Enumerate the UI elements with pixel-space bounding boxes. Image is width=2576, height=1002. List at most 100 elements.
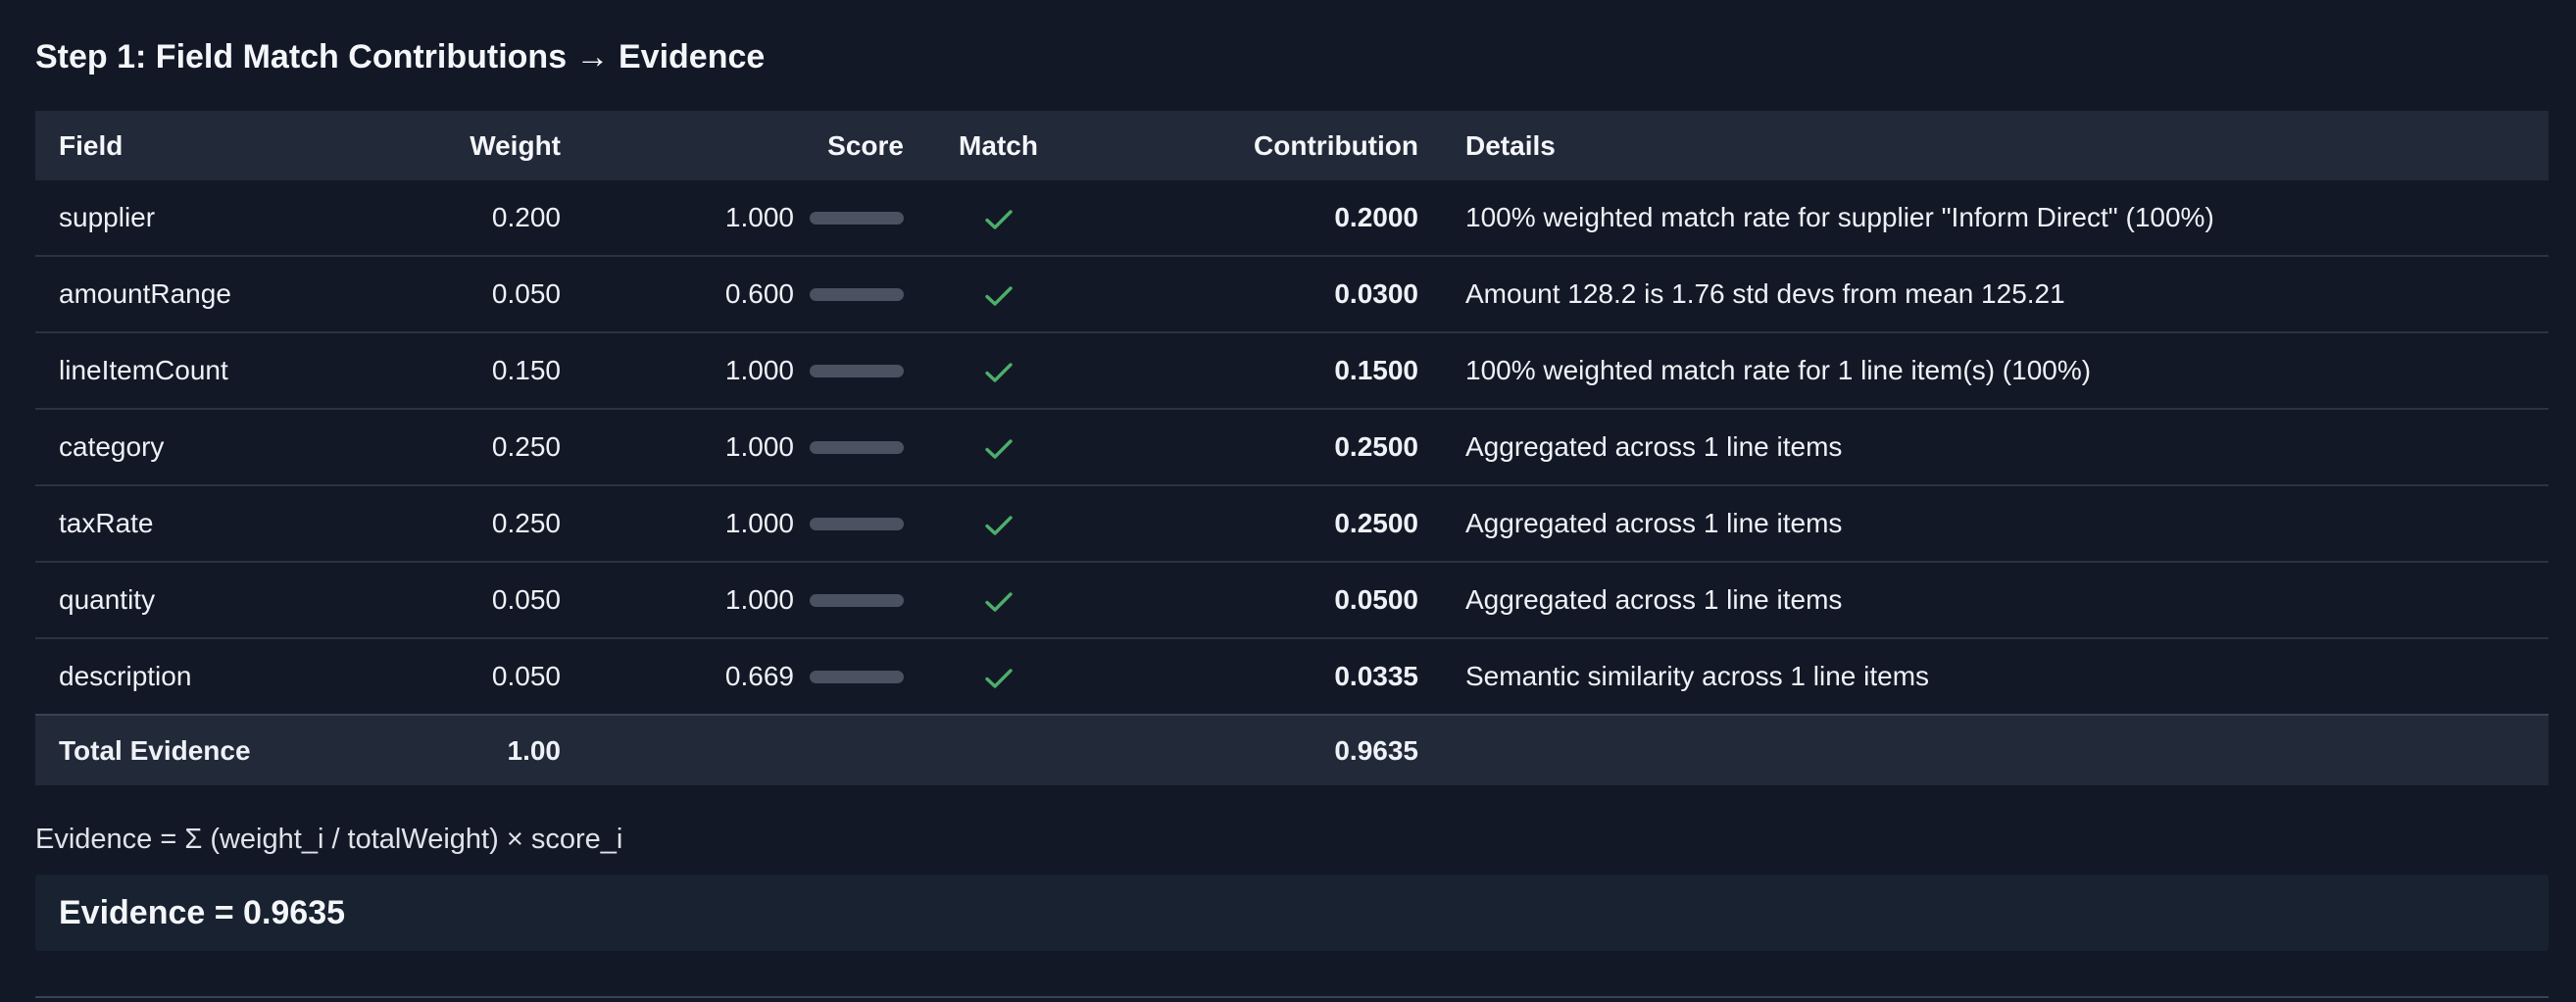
row-weight: 0.200 <box>359 180 584 257</box>
score-cell: 1.000 <box>608 355 904 386</box>
row-score: 1.000 <box>584 562 927 639</box>
total-label: Total Evidence <box>35 715 359 785</box>
header-details: Details <box>1442 111 2549 180</box>
check-icon <box>984 438 1013 459</box>
header-field: Field <box>35 111 359 180</box>
score-value: 0.669 <box>724 661 794 691</box>
row-field: amountRange <box>35 256 359 333</box>
page: Step 1: Field Match Contributions → Evid… <box>0 0 2576 1002</box>
score-value: 1.000 <box>724 584 794 615</box>
row-contribution: 0.0335 <box>1069 638 1442 716</box>
row-weight: 0.250 <box>359 409 584 486</box>
row-field: taxRate <box>35 485 359 563</box>
row-score: 1.000 <box>584 409 927 486</box>
score-bar <box>810 364 904 377</box>
score-value: 1.000 <box>724 508 794 538</box>
row-contribution: 0.2500 <box>1069 485 1442 563</box>
total-row: Total Evidence 1.00 0.9635 <box>35 715 2549 785</box>
total-details-empty <box>1442 715 2549 785</box>
score-value: 1.000 <box>724 355 794 385</box>
score-cell: 1.000 <box>608 202 904 233</box>
evidence-formula: Evidence = Σ (weight_i / totalWeight) × … <box>35 824 623 855</box>
row-details: Semantic similarity across 1 line items <box>1442 638 2549 716</box>
row-score: 0.669 <box>584 638 927 716</box>
row-field: category <box>35 409 359 486</box>
contributions-table: Field Weight Score Match Contribution De… <box>35 111 2549 785</box>
step-title: Step 1: Field Match Contributions → Evid… <box>35 38 766 75</box>
row-details: Aggregated across 1 line items <box>1442 485 2549 563</box>
header-contribution: Contribution <box>1069 111 1442 180</box>
row-match <box>927 332 1069 410</box>
score-bar <box>810 593 904 607</box>
row-match <box>927 180 1069 257</box>
total-match-empty <box>927 715 1069 785</box>
row-weight: 0.150 <box>359 332 584 410</box>
row-weight: 0.050 <box>359 562 584 639</box>
score-cell: 0.600 <box>608 278 904 310</box>
score-value: 1.000 <box>724 202 794 232</box>
row-match <box>927 409 1069 486</box>
row-details: Aggregated across 1 line items <box>1442 409 2549 486</box>
check-icon <box>984 209 1013 229</box>
row-score: 0.600 <box>584 256 927 333</box>
header-weight: Weight <box>359 111 584 180</box>
score-cell: 1.000 <box>608 584 904 616</box>
total-score-empty <box>584 715 927 785</box>
row-match <box>927 638 1069 716</box>
header-row: Field Weight Score Match Contribution De… <box>35 111 2549 180</box>
row-contribution: 0.0300 <box>1069 256 1442 333</box>
score-cell: 0.669 <box>608 661 904 692</box>
row-field: lineItemCount <box>35 332 359 410</box>
score-bar <box>810 211 904 225</box>
check-icon <box>984 285 1013 306</box>
score-value: 0.600 <box>724 278 794 309</box>
check-icon <box>984 362 1013 382</box>
row-details: Aggregated across 1 line items <box>1442 562 2549 639</box>
table-row: description 0.050 0.669 0.0335 Semantic simi… <box>35 638 2549 716</box>
row-weight: 0.050 <box>359 256 584 333</box>
table-row: category 0.250 1.000 0.2500 Aggregated acros… <box>35 409 2549 486</box>
row-score: 1.000 <box>584 485 927 563</box>
check-icon <box>984 668 1013 688</box>
header-score: Score <box>584 111 927 180</box>
evidence-result-box: Evidence = 0.9635 <box>35 875 2549 951</box>
evidence-result: Evidence = 0.9635 <box>59 893 346 931</box>
table-row: amountRange 0.050 0.600 0.0300 Amount 128.2 … <box>35 256 2549 333</box>
table-body: supplier 0.200 1.000 0.2000 100% weighted ma… <box>35 180 2549 716</box>
row-field: supplier <box>35 180 359 257</box>
total-contribution: 0.9635 <box>1069 715 1442 785</box>
row-score: 1.000 <box>584 180 927 257</box>
table-footer: Total Evidence 1.00 0.9635 <box>35 715 2549 785</box>
row-contribution: 0.0500 <box>1069 562 1442 639</box>
table-header: Field Weight Score Match Contribution De… <box>35 111 2549 180</box>
score-bar <box>810 517 904 530</box>
score-bar <box>810 287 904 301</box>
row-match <box>927 562 1069 639</box>
section-divider <box>35 996 2549 998</box>
row-weight: 0.250 <box>359 485 584 563</box>
row-contribution: 0.1500 <box>1069 332 1442 410</box>
score-bar <box>810 670 904 683</box>
row-score: 1.000 <box>584 332 927 410</box>
table-row: supplier 0.200 1.000 0.2000 100% weighted ma… <box>35 180 2549 257</box>
table-row: quantity 0.050 1.000 0.0500 Aggregated acros… <box>35 562 2549 639</box>
row-details: Amount 128.2 is 1.76 std devs from mean … <box>1442 256 2549 333</box>
check-icon <box>984 515 1013 535</box>
score-value: 1.000 <box>724 431 794 462</box>
row-match <box>927 256 1069 333</box>
row-weight: 0.050 <box>359 638 584 716</box>
row-field: quantity <box>35 562 359 639</box>
score-cell: 1.000 <box>608 431 904 463</box>
row-contribution: 0.2000 <box>1069 180 1442 257</box>
row-match <box>927 485 1069 563</box>
table-row: lineItemCount 0.150 1.000 0.1500 100% weight… <box>35 332 2549 410</box>
score-cell: 1.000 <box>608 508 904 539</box>
score-bar <box>810 440 904 454</box>
total-weight: 1.00 <box>359 715 584 785</box>
row-contribution: 0.2500 <box>1069 409 1442 486</box>
check-icon <box>984 591 1013 612</box>
row-field: description <box>35 638 359 716</box>
row-details: 100% weighted match rate for supplier "I… <box>1442 180 2549 257</box>
table-row: taxRate 0.250 1.000 0.2500 Aggregated across… <box>35 485 2549 563</box>
row-details: 100% weighted match rate for 1 line item… <box>1442 332 2549 410</box>
